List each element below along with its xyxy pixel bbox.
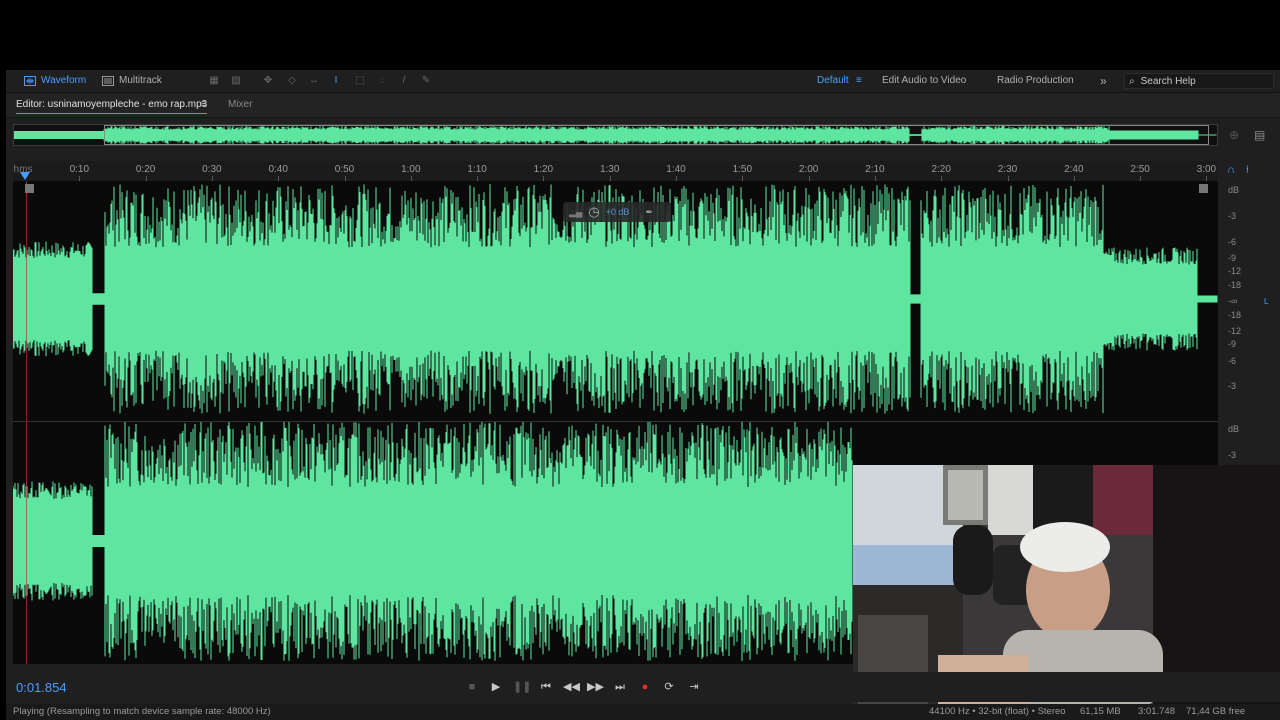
spectral-display-icon[interactable]: ▦: [208, 75, 220, 87]
editor-tab-menu-icon[interactable]: ≡: [201, 99, 207, 110]
editor-tab-bar: Editor: usninamoyempleche - emo rap.mp3 …: [6, 93, 1280, 118]
fade-out-handle-icon[interactable]: [1199, 184, 1208, 193]
multitrack-icon: [102, 76, 114, 86]
spot-healing-icon[interactable]: ✎: [420, 75, 432, 87]
overview-menu-icon[interactable]: ▤: [1254, 128, 1265, 142]
db-tick-label: -12: [1228, 266, 1242, 276]
db-tick-label: -6: [1228, 356, 1237, 366]
time-selection-tool-icon[interactable]: I: [330, 75, 342, 87]
waveform-overview[interactable]: [13, 124, 1218, 146]
loop-playback-button[interactable]: ⟳: [661, 680, 677, 694]
workspace-edit-audio-to-video[interactable]: Edit Audio to Video: [882, 74, 966, 88]
record-button[interactable]: ●: [637, 680, 653, 694]
frequency-analysis-icon[interactable]: ▨: [230, 75, 242, 87]
snap-icon[interactable]: ∩: [1227, 164, 1235, 176]
pin-hud-icon[interactable]: ✒: [645, 207, 653, 218]
workspace-menu-icon[interactable]: ≡: [856, 74, 862, 88]
editor-tab[interactable]: Editor: usninamoyempleche - emo rap.mp3: [16, 99, 208, 114]
db-tick-label: -∞: [1228, 296, 1238, 306]
lasso-tool-icon[interactable]: ◌: [376, 75, 388, 87]
db-tick-label: -6: [1228, 237, 1237, 247]
db-tick-label: -3: [1228, 211, 1237, 221]
channel-left-label[interactable]: L: [1264, 297, 1268, 306]
move-tool-icon[interactable]: ✥: [262, 75, 274, 87]
play-button[interactable]: ▶: [488, 680, 504, 694]
ruler-tick-label: 1:00: [401, 164, 421, 175]
ruler-tick-label: 1:50: [732, 164, 753, 175]
sample-info: 44100 Hz • 32-bit (float) • Stereo: [929, 706, 1066, 717]
db-tick-label: dB: [1228, 424, 1240, 434]
ruler-tick-label: 1:10: [467, 164, 487, 175]
search-icon: ⌕: [1129, 75, 1135, 87]
ruler-tick-label: 0:20: [135, 164, 156, 175]
ruler-tick-label: 2:30: [997, 164, 1018, 175]
file-size: 61,15 MB: [1080, 706, 1121, 717]
search-help-field[interactable]: ⌕ Search Help: [1124, 73, 1274, 89]
gain-hud[interactable]: ▂▄ ◷ +0 dB ✒: [563, 202, 671, 222]
current-time-display[interactable]: 0:01.854: [16, 680, 67, 695]
ruler-tick-label: 2:50: [1130, 164, 1150, 175]
waveform-channel-path: [13, 421, 853, 661]
ruler-tick-label: 0:40: [268, 164, 288, 175]
status-message: Playing (Resampling to match device samp…: [13, 706, 271, 717]
ruler-tick-label: 0:50: [334, 164, 355, 175]
overview-visible-range[interactable]: [104, 125, 1209, 145]
playhead-line: [26, 181, 27, 664]
ruler-tick-label: 1:30: [599, 164, 620, 175]
pause-button[interactable]: ❚❚: [513, 680, 531, 694]
db-tick-label: -3: [1228, 381, 1237, 391]
db-tick-label: -12: [1228, 326, 1242, 336]
channel-divider: [13, 421, 1218, 422]
hud-level-icon: ▂▄: [569, 206, 583, 217]
db-tick-label: -9: [1228, 253, 1237, 263]
move-to-previous-button[interactable]: ⏮: [538, 680, 554, 694]
more-workspaces-button[interactable]: »: [1100, 74, 1107, 88]
slip-tool-icon[interactable]: ↔: [308, 75, 320, 87]
ruler-tick-label: 2:10: [865, 164, 885, 175]
db-tick-label: -18: [1228, 280, 1242, 290]
ruler-tick-label: 2:40: [1064, 164, 1084, 175]
db-tick-label: -3: [1228, 450, 1237, 460]
rewind-button[interactable]: ◀◀: [563, 680, 580, 694]
move-to-next-button[interactable]: ⏭: [612, 680, 628, 694]
db-tick-label: -9: [1228, 339, 1237, 349]
marker-pin-icon[interactable]: ⍿: [1246, 164, 1249, 177]
fade-in-handle-icon[interactable]: [25, 184, 34, 193]
hud-gain-value: +0 dB: [605, 207, 630, 217]
razor-tool-icon[interactable]: ◇: [286, 75, 298, 87]
marquee-tool-icon[interactable]: ⬚: [354, 75, 366, 87]
workspace-default[interactable]: Default: [817, 74, 849, 88]
free-space: 71,44 GB free: [1186, 706, 1246, 717]
ruler-tick-label: 1:20: [533, 164, 554, 175]
ruler-tick-label: 2:00: [798, 164, 819, 175]
time-ruler[interactable]: hms 0:10 0:20 0:30 0:40 0:50 1:00 1:10 1:20 1:30…: [13, 161, 1218, 181]
ruler-tick-label: 0:10: [69, 164, 90, 175]
stop-button[interactable]: ■: [464, 680, 480, 694]
status-bar: Playing (Resampling to match device samp…: [6, 704, 1280, 720]
ruler-tick-label: 0:30: [202, 164, 222, 175]
multitrack-view-button[interactable]: Multitrack: [102, 74, 162, 88]
workspace-radio-production[interactable]: Radio Production: [997, 74, 1074, 88]
volume-knob-icon[interactable]: ◷: [588, 204, 599, 220]
skip-selection-button[interactable]: ⇥: [686, 680, 702, 694]
zoom-overview-icon[interactable]: ⊕: [1229, 128, 1239, 142]
db-tick-label: -18: [1228, 310, 1242, 320]
top-toolbar: Waveform Multitrack ▦ ▨ ✥ ◇ ↔ I ⬚ ◌ / ✎ …: [6, 70, 1280, 93]
webcam-overlay: [853, 465, 1280, 707]
ruler-tick-label: 3:00: [1196, 164, 1217, 175]
ruler-tick-label: 1:40: [666, 164, 686, 175]
brush-tool-icon[interactable]: /: [398, 75, 410, 87]
db-scale-channel-2: dB -3: [1220, 422, 1260, 467]
db-tick-label: dB: [1228, 185, 1240, 195]
duration: 3:01.748: [1138, 706, 1175, 717]
fast-forward-button[interactable]: ▶▶: [587, 680, 604, 694]
mixer-tab[interactable]: Mixer: [228, 99, 252, 110]
waveform-icon: [24, 76, 36, 86]
webcam-image: [853, 465, 1280, 707]
ruler-tick-label: 2:20: [931, 164, 951, 175]
db-scale-channel-1: dB -3 -6 -9 -12 -18 -∞ -18 -12 -9 -6 -3: [1220, 181, 1260, 421]
waveform-view-button[interactable]: Waveform: [24, 74, 86, 88]
